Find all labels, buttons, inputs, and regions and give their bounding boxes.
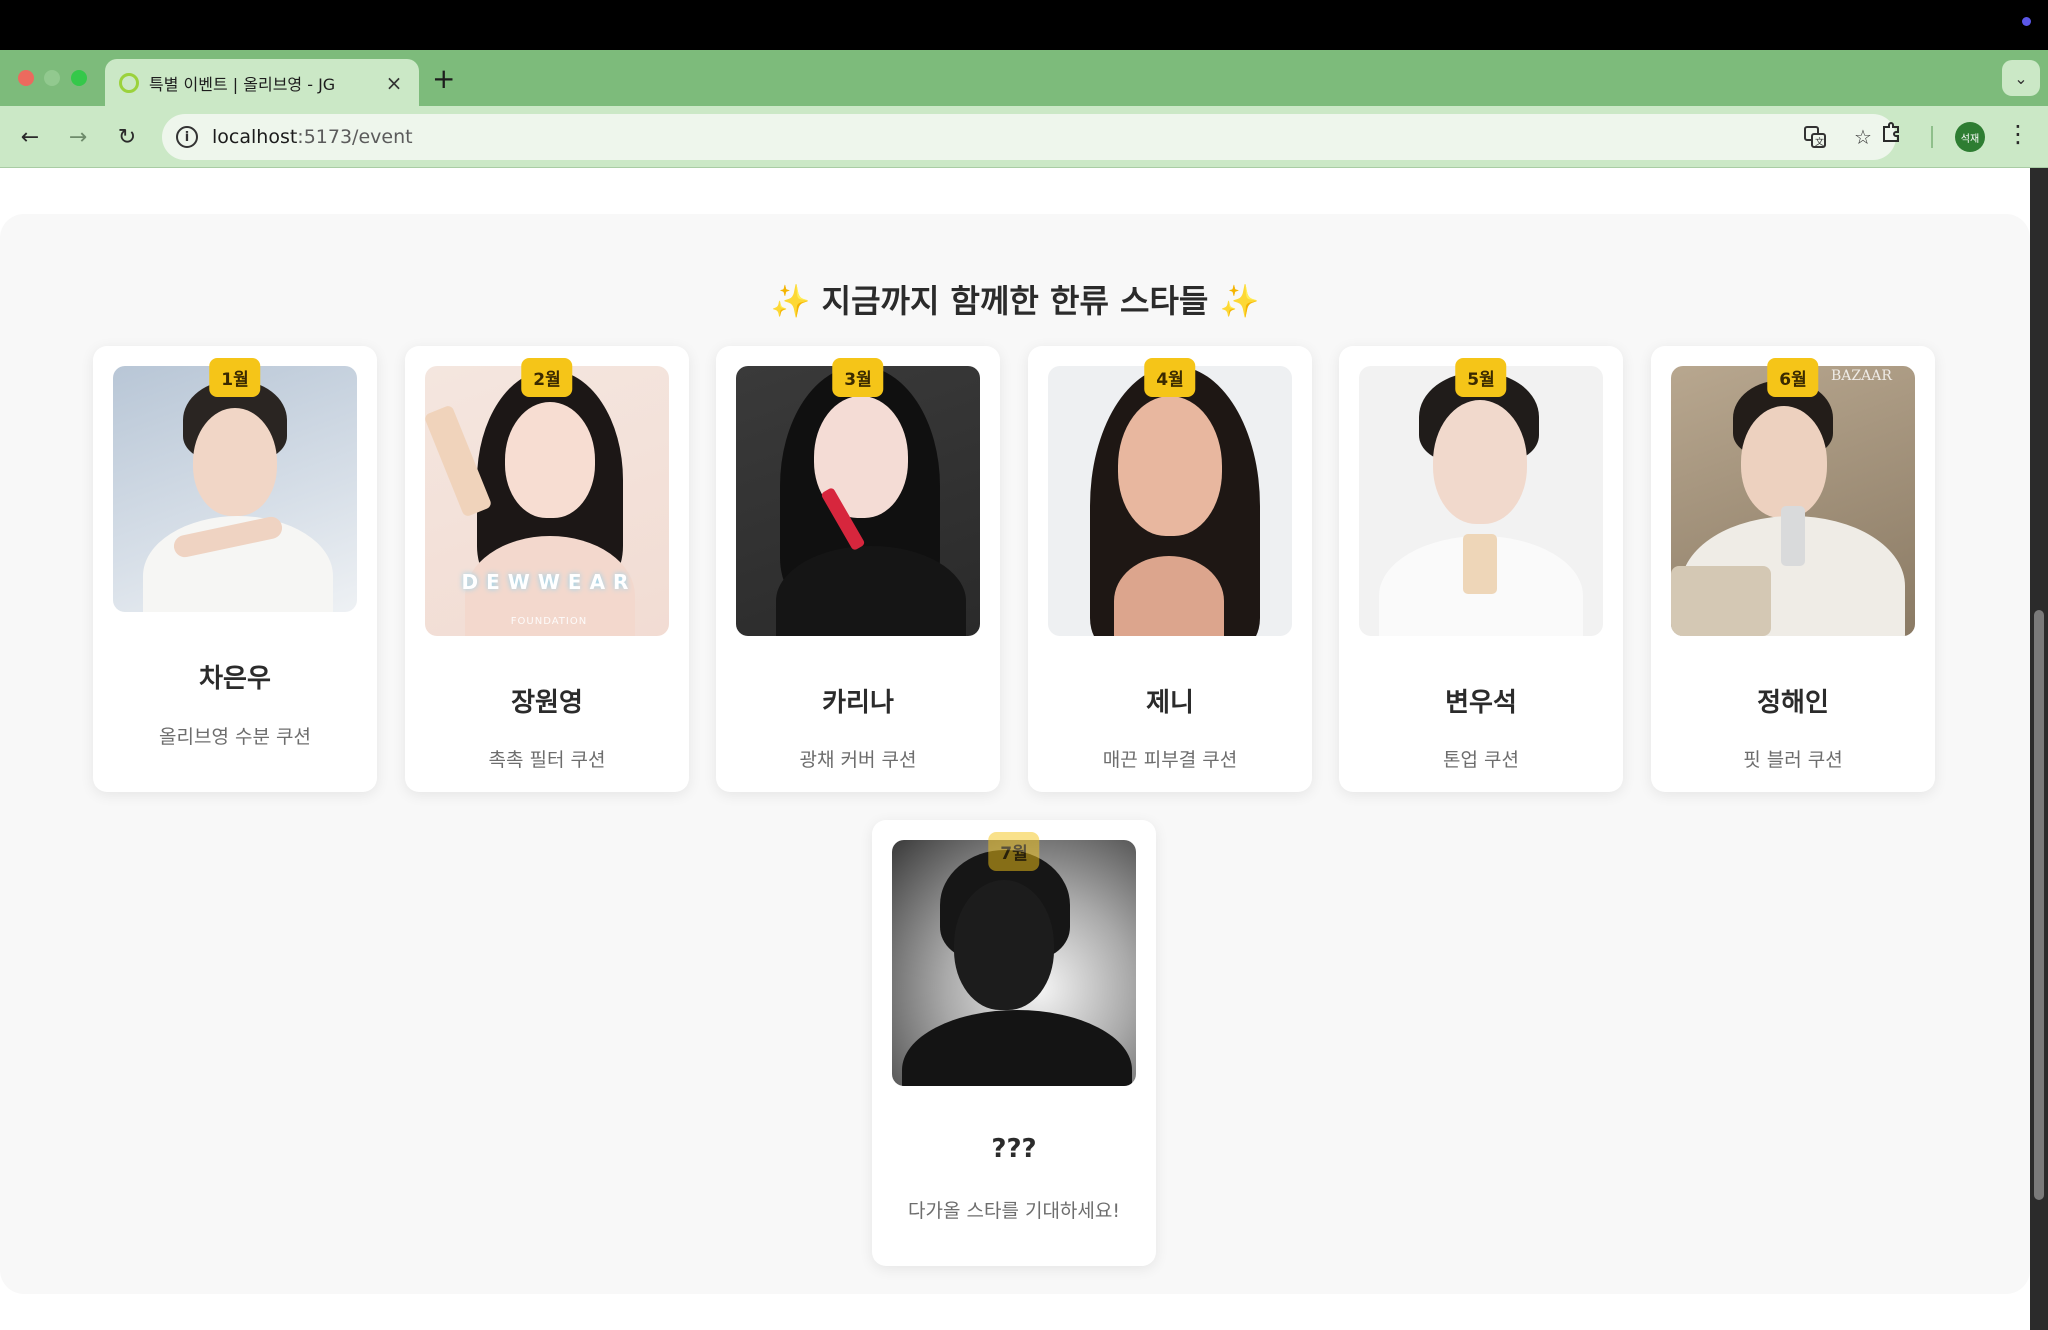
- new-tab-button[interactable]: +: [432, 62, 455, 95]
- kstar-history-section: ✨ 지금까지 함께한 한류 스타들 ✨ 1월 차은우 올리브영 수분 쿠션 DE…: [0, 214, 2030, 1294]
- recording-indicator-icon: [2022, 17, 2031, 26]
- star-name: ???: [991, 1134, 1037, 1164]
- coupon-name: 올리브영 수분 쿠션: [159, 726, 311, 748]
- extensions-puzzle-icon[interactable]: [1880, 120, 1904, 150]
- sparkle-icon: ✨: [770, 282, 811, 320]
- star-card-jun[interactable]: BAZAAR 6월 정해인 핏 블러 쿠션: [1651, 346, 1935, 792]
- sparkle-icon: ✨: [1219, 282, 1260, 320]
- star-card-feb[interactable]: DEWWEAR FOUNDATION 2월 장원영 촉촉 필터 쿠션: [405, 346, 689, 792]
- page-scrollbar[interactable]: [2030, 168, 2048, 1330]
- coupon-name: 톤업 쿠션: [1443, 749, 1519, 771]
- browser-toolbar: ← → ↻ i localhost:5173/event 文 ☆ 석재 ⋮: [0, 106, 2048, 168]
- star-photo-silhouette: [892, 840, 1136, 1086]
- browser-tab-active[interactable]: 특별 이벤트 | 올리브영 - JG ×: [105, 59, 419, 106]
- month-badge: 4월: [1144, 358, 1196, 397]
- system-menu-bar: [0, 0, 2048, 50]
- star-card-apr[interactable]: 4월 제니 매끈 피부결 쿠션: [1028, 346, 1312, 792]
- star-card-mar[interactable]: 3월 카리나 광채 커버 쿠션: [716, 346, 1000, 792]
- page-content: ✨ 지금까지 함께한 한류 스타들 ✨ 1월 차은우 올리브영 수분 쿠션 DE…: [0, 168, 2030, 1330]
- star-photo: [1359, 366, 1603, 636]
- url-text: localhost:5173/event: [212, 126, 413, 148]
- tab-title: 특별 이벤트 | 올리브영 - JG: [149, 74, 336, 94]
- bookmark-star-icon[interactable]: ☆: [1850, 124, 1876, 150]
- coupon-name: 핏 블러 쿠션: [1743, 749, 1843, 771]
- star-photo: DEWWEAR FOUNDATION: [425, 366, 669, 636]
- month-badge: 2월: [521, 358, 573, 397]
- svg-text:文: 文: [1815, 136, 1824, 148]
- month-badge: 7월: [988, 832, 1040, 871]
- profile-avatar[interactable]: 석재: [1955, 122, 1985, 152]
- address-bar[interactable]: i localhost:5173/event 文 ☆: [162, 114, 1896, 160]
- maximize-window-button[interactable]: [71, 70, 87, 86]
- url-host: localhost: [212, 126, 298, 148]
- more-menu-icon[interactable]: ⋮: [2006, 120, 2030, 148]
- browser-tab-strip: 특별 이벤트 | 올리브영 - JG × + ⌄: [0, 50, 2048, 106]
- star-card-jul-mystery[interactable]: 7월 ??? 다가올 스타를 기대하세요!: [872, 820, 1156, 1266]
- section-title: ✨ 지금까지 함께한 한류 스타들 ✨: [0, 276, 2030, 322]
- section-title-text: 지금까지 함께한 한류 스타들: [821, 282, 1209, 320]
- coupon-name: 매끈 피부결 쿠션: [1102, 749, 1238, 771]
- star-name: 변우석: [1445, 688, 1517, 718]
- url-path: :5173/event: [297, 126, 413, 148]
- star-name: 장원영: [511, 688, 583, 718]
- star-photo: [1048, 366, 1292, 636]
- minimize-window-button[interactable]: [44, 70, 60, 86]
- star-card-jan[interactable]: 1월 차은우 올리브영 수분 쿠션: [93, 346, 377, 792]
- coupon-name: 광채 커버 쿠션: [799, 749, 917, 771]
- star-photo: BAZAAR: [1671, 366, 1915, 636]
- reload-icon[interactable]: ↻: [110, 120, 144, 154]
- month-badge: 5월: [1455, 358, 1507, 397]
- forward-arrow-icon[interactable]: →: [61, 120, 95, 154]
- month-badge: 1월: [209, 358, 261, 397]
- star-photo: [736, 366, 980, 636]
- coupon-name: 다가올 스타를 기대하세요!: [908, 1200, 1120, 1222]
- dewwear-photo-text: DEWWEAR: [461, 570, 637, 594]
- close-window-button[interactable]: [18, 70, 34, 86]
- star-photo: [113, 366, 357, 612]
- month-badge: 6월: [1767, 358, 1819, 397]
- star-name: 제니: [1146, 688, 1194, 718]
- star-name: 정해인: [1757, 688, 1829, 718]
- scrollbar-thumb[interactable]: [2034, 610, 2044, 1200]
- coupon-name: 촉촉 필터 쿠션: [488, 749, 606, 771]
- tab-search-chevron-icon[interactable]: ⌄: [2002, 60, 2040, 96]
- toolbar-divider: [1931, 126, 1933, 148]
- tab-close-icon[interactable]: ×: [383, 71, 405, 95]
- star-name: 카리나: [822, 688, 894, 718]
- site-info-icon[interactable]: i: [176, 126, 198, 148]
- star-name: 차은우: [199, 664, 271, 694]
- back-arrow-icon[interactable]: ←: [13, 120, 47, 154]
- translate-icon[interactable]: 文: [1802, 124, 1828, 150]
- month-badge: 3월: [832, 358, 884, 397]
- bazaar-photo-text: BAZAAR: [1831, 368, 1892, 384]
- favicon-icon: [119, 72, 139, 93]
- foundation-photo-text: FOUNDATION: [510, 616, 588, 627]
- star-card-may[interactable]: 5월 변우석 톤업 쿠션: [1339, 346, 1623, 792]
